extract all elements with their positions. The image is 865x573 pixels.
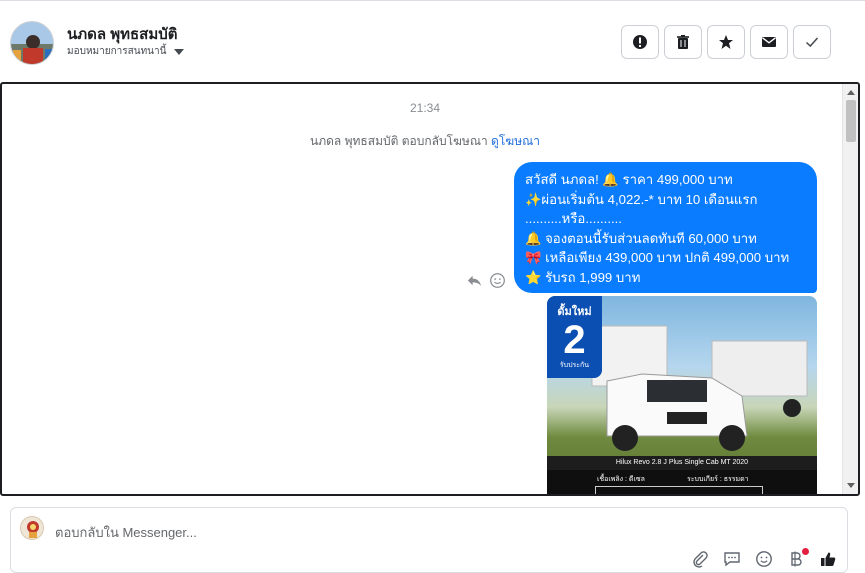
conversation-header: นภดล พุทธสมบัติ มอบหมายการสนทนานี้	[0, 4, 865, 82]
contact-avatar[interactable]	[10, 21, 54, 65]
view-ad-link[interactable]: ดูโฆษณา	[491, 134, 540, 148]
envelope-icon	[762, 37, 776, 47]
scroll-up-arrow-icon[interactable]	[847, 90, 855, 95]
notification-dot	[802, 548, 809, 555]
message-timestamp: 21:34	[409, 101, 441, 115]
outgoing-message-bubble[interactable]: สวัสดี นภดล! 🔔 ราคา 499,000 บาท ✨ผ่อนเริ…	[514, 162, 817, 293]
assign-label: มอบหมายการสนทนานี้	[67, 46, 167, 57]
message-composer: ตอบกลับใน Messenger...	[10, 507, 848, 573]
reply-input[interactable]: ตอบกลับใน Messenger...	[55, 522, 197, 543]
scroll-thumb[interactable]	[846, 100, 856, 142]
message-line: 🎀 เหลือเพียง 439,000 บาท ปกติ 499,000 บา…	[525, 250, 790, 265]
emoji-icon[interactable]	[755, 550, 773, 568]
ad-image-attachment[interactable]: ดั้มใหม่ 2 รับประกัน Hilux Revo 2.8 J Pl…	[547, 296, 817, 494]
gear-spec: ระบบเกียร์ : ธรรมดา	[687, 476, 749, 483]
composer-tools	[691, 550, 837, 568]
report-icon	[633, 35, 647, 49]
checkmark-icon	[805, 37, 819, 48]
emoji-reaction-icon[interactable]	[489, 272, 506, 289]
message-tools	[466, 272, 506, 289]
message-line: ✨ผ่อนเริ่มต้น 4,022.-* บาท 10 เดือนแรก	[525, 191, 758, 207]
assign-conversation-dropdown[interactable]: มอบหมายการสนทนานี้	[67, 44, 185, 59]
badge-sub-text: รับประกัน	[559, 362, 590, 369]
badge-number: 2	[563, 318, 586, 362]
delete-button[interactable]	[664, 25, 702, 59]
message-line: สวัสดี นภดล! 🔔 ราคา 499,000 บาท	[525, 172, 733, 187]
fuel-spec: เชื้อเพลิง : ดีเซล	[597, 476, 645, 483]
star-button[interactable]	[707, 25, 745, 59]
reply-icon[interactable]	[466, 272, 483, 289]
ad-reply-text: นภดล พุทธสมบัติ ตอบกลับโฆษณา	[310, 134, 488, 148]
thumbs-up-icon[interactable]	[819, 550, 837, 568]
saved-replies-icon[interactable]	[723, 550, 741, 568]
paperclip-icon[interactable]	[691, 550, 709, 568]
page-avatar	[20, 516, 44, 540]
spec-box	[595, 486, 763, 494]
scroll-down-arrow-icon[interactable]	[847, 483, 855, 488]
message-thread[interactable]: 21:34 นภดล พุทธสมบัติ ตอบกลับโฆษณา ดูโฆษ…	[0, 82, 860, 496]
message-line: 🔔 จองตอนนี้รับส่วนลดทันที 60,000 บาท	[525, 230, 757, 246]
report-button[interactable]	[621, 25, 659, 59]
mark-unread-button[interactable]	[750, 25, 788, 59]
contact-name: นภดล พุทธสมบัติ	[67, 26, 178, 43]
star-icon	[719, 35, 733, 49]
ad-reply-note: นภดล พุทธสมบัติ ตอบกลับโฆษณา ดูโฆษณา	[2, 132, 848, 151]
caret-down-icon	[174, 48, 185, 55]
trash-icon	[677, 35, 689, 49]
ad-caption: Hilux Revo 2.8 J Plus Single Cab MT 2020	[547, 456, 817, 470]
mark-done-button[interactable]	[793, 25, 831, 59]
message-line: ⭐ รับรถ 1,999 บาท	[525, 269, 641, 285]
thread-scrollbar[interactable]	[842, 84, 858, 494]
message-line: ..........หรือ..........	[525, 211, 622, 226]
ad-spec-strip: เชื้อเพลิง : ดีเซล ระบบเกียร์ : ธรรมดา	[547, 470, 817, 494]
header-actions	[621, 25, 831, 59]
promo-badge: ดั้มใหม่ 2 รับประกัน	[547, 296, 602, 378]
